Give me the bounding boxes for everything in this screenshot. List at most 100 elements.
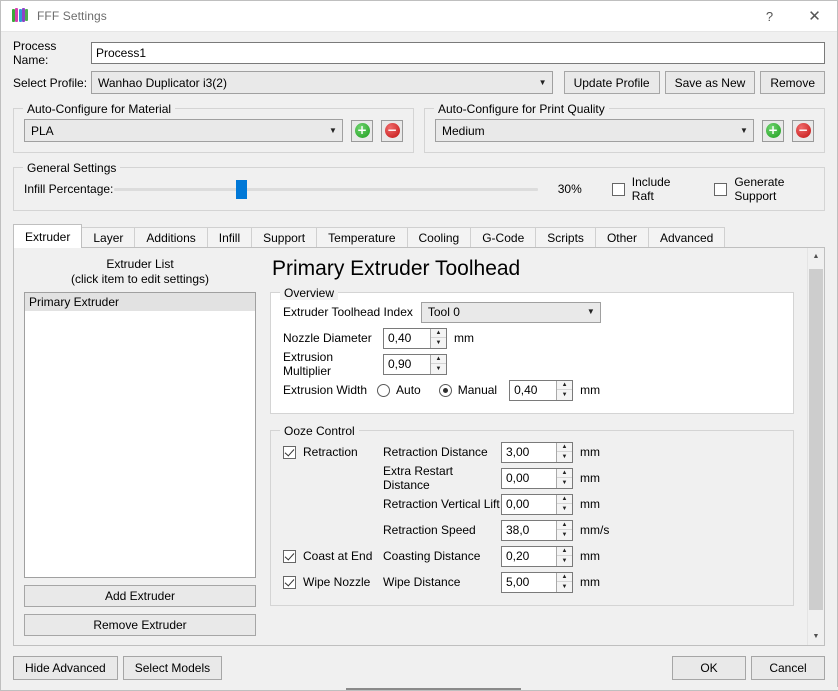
radio-auto[interactable] — [377, 384, 390, 397]
retraction-box[interactable] — [283, 446, 296, 459]
extrusion-multiplier-stepper[interactable]: ▲ ▼ — [430, 355, 446, 374]
spinner-down-icon[interactable]: ▼ — [557, 504, 572, 514]
tab-cooling[interactable]: Cooling — [407, 227, 472, 248]
generate-support-checkbox[interactable]: Generate Support — [714, 175, 814, 203]
add-material-button[interactable]: + — [351, 120, 373, 142]
ooze-field-value[interactable]: 3,00 — [502, 443, 556, 462]
ooze-field-value[interactable]: 0,00 — [502, 495, 556, 514]
quality-combo[interactable]: Medium ▼ — [435, 119, 754, 142]
nozzle-diameter-stepper[interactable]: ▲ ▼ — [430, 329, 446, 348]
ok-button[interactable]: OK — [672, 656, 746, 680]
vertical-scrollbar[interactable]: ▲ ▼ — [807, 248, 824, 645]
select-models-button[interactable]: Select Models — [123, 656, 222, 680]
help-button[interactable]: ? — [747, 1, 792, 31]
spinner-down-icon[interactable]: ▼ — [557, 478, 572, 488]
update-profile-button[interactable]: Update Profile — [564, 71, 660, 94]
generate-support-box[interactable] — [714, 183, 727, 196]
extrusion-width-spinner[interactable]: 0,40 ▲ ▼ — [509, 380, 573, 401]
tab-infill[interactable]: Infill — [207, 227, 252, 248]
radio-manual[interactable] — [439, 384, 452, 397]
scrollbar-track[interactable] — [808, 265, 824, 628]
spinner-down-icon[interactable]: ▼ — [431, 364, 446, 374]
tab-layer[interactable]: Layer — [81, 227, 135, 248]
ooze-field-value[interactable]: 0,00 — [502, 469, 556, 488]
spinner-down-icon[interactable]: ▼ — [557, 556, 572, 566]
extruder-listbox[interactable]: Primary Extruder — [24, 292, 256, 578]
spinner-up-icon[interactable]: ▲ — [557, 443, 572, 453]
ooze-field-stepper[interactable]: ▲▼ — [556, 573, 572, 592]
tab-advanced[interactable]: Advanced — [648, 227, 725, 248]
extrusion-multiplier-spinner[interactable]: 0,90 ▲ ▼ — [383, 354, 447, 375]
ooze-field-spinner[interactable]: 38,0▲▼ — [501, 520, 573, 541]
add-quality-button[interactable]: + — [762, 120, 784, 142]
tab-additions[interactable]: Additions — [134, 227, 207, 248]
extrusion-width-stepper[interactable]: ▲ ▼ — [556, 381, 572, 400]
infill-slider-handle[interactable] — [236, 180, 247, 199]
tab-other[interactable]: Other — [595, 227, 649, 248]
spinner-up-icon[interactable]: ▲ — [557, 495, 572, 505]
extrusion-width-value[interactable]: 0,40 — [510, 381, 556, 400]
ooze-field-spinner[interactable]: 3,00▲▼ — [501, 442, 573, 463]
material-combo[interactable]: PLA ▼ — [24, 119, 343, 142]
toolhead-index-combo[interactable]: Tool 0 ▼ — [421, 302, 601, 323]
extrusion-width-auto-radio[interactable]: Auto — [377, 383, 421, 397]
ooze-field-spinner[interactable]: 0,00▲▼ — [501, 468, 573, 489]
ooze-field-stepper[interactable]: ▲▼ — [556, 547, 572, 566]
nozzle-diameter-value[interactable]: 0,40 — [384, 329, 430, 348]
infill-slider[interactable] — [114, 178, 538, 200]
ooze-field-spinner[interactable]: 5,00▲▼ — [501, 572, 573, 593]
spinner-up-icon[interactable]: ▲ — [431, 355, 446, 365]
wipe-nozzle-box[interactable] — [283, 576, 296, 589]
spinner-down-icon[interactable]: ▼ — [557, 390, 572, 400]
spinner-up-icon[interactable]: ▲ — [557, 381, 572, 391]
process-name-input[interactable] — [91, 42, 825, 64]
select-profile-combo[interactable]: Wanhao Duplicator i3(2) ▼ — [91, 71, 553, 94]
remove-profile-button[interactable]: Remove — [760, 71, 825, 94]
ooze-field-spinner[interactable]: 0,20▲▼ — [501, 546, 573, 567]
cancel-button[interactable]: Cancel — [751, 656, 825, 680]
ooze-field-stepper[interactable]: ▲▼ — [556, 443, 572, 462]
extrusion-multiplier-value[interactable]: 0,90 — [384, 355, 430, 374]
spinner-down-icon[interactable]: ▼ — [431, 338, 446, 348]
remove-material-button[interactable]: − — [381, 120, 403, 142]
scroll-down-icon[interactable]: ▼ — [808, 628, 824, 645]
close-icon[interactable]: ✕ — [792, 1, 837, 31]
scrollbar-thumb[interactable] — [809, 269, 823, 610]
remove-extruder-button[interactable]: Remove Extruder — [24, 614, 256, 636]
ooze-field-stepper[interactable]: ▲▼ — [556, 469, 572, 488]
spinner-up-icon[interactable]: ▲ — [557, 573, 572, 583]
tab-temperature[interactable]: Temperature — [316, 227, 407, 248]
ooze-field-stepper[interactable]: ▲▼ — [556, 495, 572, 514]
spinner-up-icon[interactable]: ▲ — [431, 329, 446, 339]
spinner-up-icon[interactable]: ▲ — [557, 469, 572, 479]
ooze-field-value[interactable]: 38,0 — [502, 521, 556, 540]
spinner-up-icon[interactable]: ▲ — [557, 521, 572, 531]
tab-extruder[interactable]: Extruder — [13, 224, 82, 248]
ooze-field-value[interactable]: 0,20 — [502, 547, 556, 566]
spinner-down-icon[interactable]: ▼ — [557, 530, 572, 540]
ooze-field-spinner[interactable]: 0,00▲▼ — [501, 494, 573, 515]
nozzle-diameter-spinner[interactable]: 0,40 ▲ ▼ — [383, 328, 447, 349]
spinner-down-icon[interactable]: ▼ — [557, 582, 572, 592]
include-raft-checkbox[interactable]: Include Raft — [612, 175, 685, 203]
list-item[interactable]: Primary Extruder — [25, 293, 255, 311]
ooze-field-value[interactable]: 5,00 — [502, 573, 556, 592]
retraction-checkbox[interactable]: Retraction — [283, 439, 383, 465]
spinner-up-icon[interactable]: ▲ — [557, 547, 572, 557]
wipe-nozzle-checkbox[interactable]: Wipe Nozzle — [283, 569, 383, 595]
auto-configure-quality-group: Auto-Configure for Print Quality Medium … — [424, 94, 825, 153]
add-extruder-button[interactable]: Add Extruder — [24, 585, 256, 607]
coast-at-end-checkbox[interactable]: Coast at End — [283, 543, 383, 569]
spinner-down-icon[interactable]: ▼ — [557, 452, 572, 462]
include-raft-box[interactable] — [612, 183, 625, 196]
scroll-up-icon[interactable]: ▲ — [808, 248, 824, 265]
ooze-field-stepper[interactable]: ▲▼ — [556, 521, 572, 540]
extrusion-width-manual-radio[interactable]: Manual — [439, 383, 497, 397]
save-as-new-button[interactable]: Save as New — [665, 71, 756, 94]
hide-advanced-button[interactable]: Hide Advanced — [13, 656, 118, 680]
tab-support[interactable]: Support — [251, 227, 317, 248]
remove-quality-button[interactable]: − — [792, 120, 814, 142]
coast-at-end-box[interactable] — [283, 550, 296, 563]
tab-scripts[interactable]: Scripts — [535, 227, 596, 248]
tab-g-code[interactable]: G-Code — [470, 227, 536, 248]
